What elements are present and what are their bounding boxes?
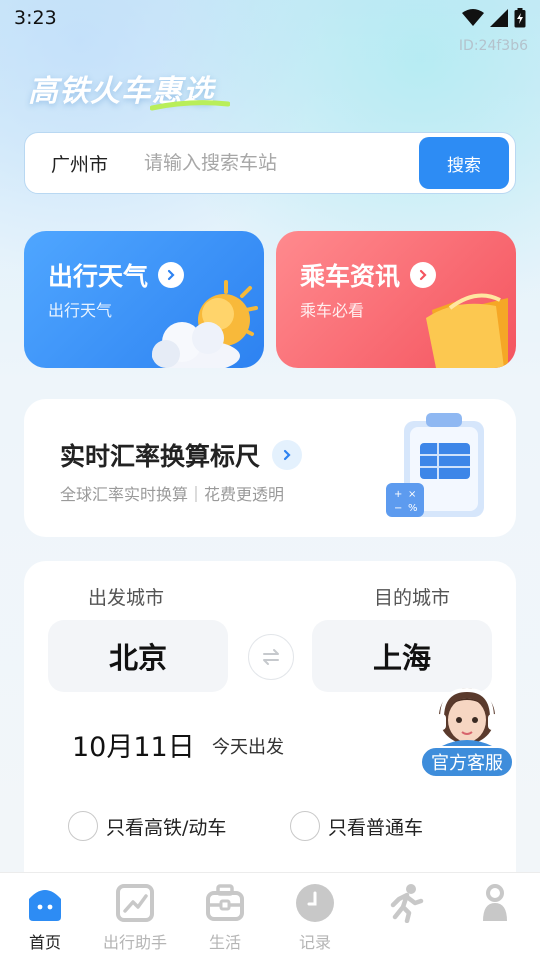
from-city-button[interactable]: 北京 [48, 620, 228, 692]
exchange-rate-subtitle: 全球汇率实时换算｜花费更透明 [60, 485, 285, 504]
departure-date[interactable]: 10月11日 [72, 725, 195, 764]
exchange-rate-card[interactable]: 实时汇率换算标尺 全球汇率实时换算｜花费更透明 + × −% [24, 399, 516, 537]
status-icons [462, 8, 526, 28]
filter-normal-label: 只看普通车 [328, 816, 424, 839]
search-city-selector[interactable]: 广州市 [51, 150, 108, 177]
tab-activity[interactable] [360, 873, 450, 960]
news-card-title-text: 乘车资讯 [300, 262, 401, 291]
bottom-tab-bar: 首页 出行助手 生活 记录 [0, 872, 540, 960]
from-city-label: 出发城市 [88, 587, 165, 609]
tab-records[interactable]: 记录 [270, 873, 360, 960]
search-box: 广州市 搜索 [24, 132, 516, 194]
chart-icon [116, 884, 154, 922]
tab-travel-assistant-label: 出行助手 [102, 933, 167, 952]
filter-highspeed-label: 只看高铁/动车 [106, 816, 227, 839]
id-label: ID:24f3b6 [458, 38, 528, 54]
tab-life-label: 生活 [208, 933, 241, 952]
news-card-subtitle: 乘车必看 [300, 301, 365, 320]
briefcase-icon [206, 884, 244, 921]
weather-card-subtitle: 出行天气 [48, 301, 113, 320]
tab-home[interactable]: 首页 [0, 873, 90, 960]
filter-normal-option[interactable]: 只看普通车 [290, 811, 423, 841]
filter-normal-radio[interactable] [290, 811, 320, 841]
svg-text:−: − [394, 503, 402, 514]
search-button[interactable]: 搜索 [419, 137, 509, 189]
exchange-rate-title: 实时汇率换算标尺 [60, 437, 303, 473]
weather-card[interactable]: 出行天气 出行天气 [24, 231, 264, 368]
customer-service-button[interactable]: 官方客服 [420, 680, 514, 778]
clock-icon [296, 884, 334, 922]
chevron-right-icon [272, 440, 303, 470]
weather-card-title-text: 出行天气 [48, 262, 149, 291]
sun-cloud-icon [152, 280, 258, 368]
tab-travel-assistant[interactable]: 出行助手 [90, 873, 180, 960]
svg-text:+: + [394, 489, 402, 500]
tab-life[interactable]: 生活 [180, 873, 270, 960]
home-icon [29, 890, 61, 921]
customer-service-label: 官方客服 [420, 746, 514, 778]
wifi-icon [462, 9, 484, 26]
departure-date-note: 今天出发 [212, 737, 284, 758]
tab-home-label: 首页 [28, 933, 61, 952]
svg-text:%: % [408, 503, 418, 514]
tab-records-label: 记录 [298, 933, 331, 952]
clipboard-calculator-icon: + × −% [386, 413, 484, 517]
runner-icon [390, 884, 424, 923]
search-input[interactable] [144, 152, 385, 174]
filter-highspeed-radio[interactable] [68, 811, 98, 841]
svg-text:×: × [408, 489, 416, 500]
status-time: 3:23 [14, 7, 57, 29]
signal-icon [490, 9, 508, 27]
tab-profile[interactable] [450, 873, 540, 960]
folder-icon [426, 293, 508, 368]
exchange-rate-title-text: 实时汇率换算标尺 [60, 442, 261, 471]
filter-highspeed-option[interactable]: 只看高铁/动车 [68, 811, 226, 841]
swap-icon [263, 649, 279, 665]
to-city-label: 目的城市 [373, 587, 450, 609]
status-bar: 3:23 [0, 0, 540, 36]
person-icon [483, 884, 507, 921]
news-card[interactable]: 乘车资讯 乘车必看 [276, 231, 516, 368]
swap-cities-button[interactable] [248, 634, 294, 680]
battery-icon [514, 8, 526, 28]
title-underline-decoration [150, 100, 230, 111]
